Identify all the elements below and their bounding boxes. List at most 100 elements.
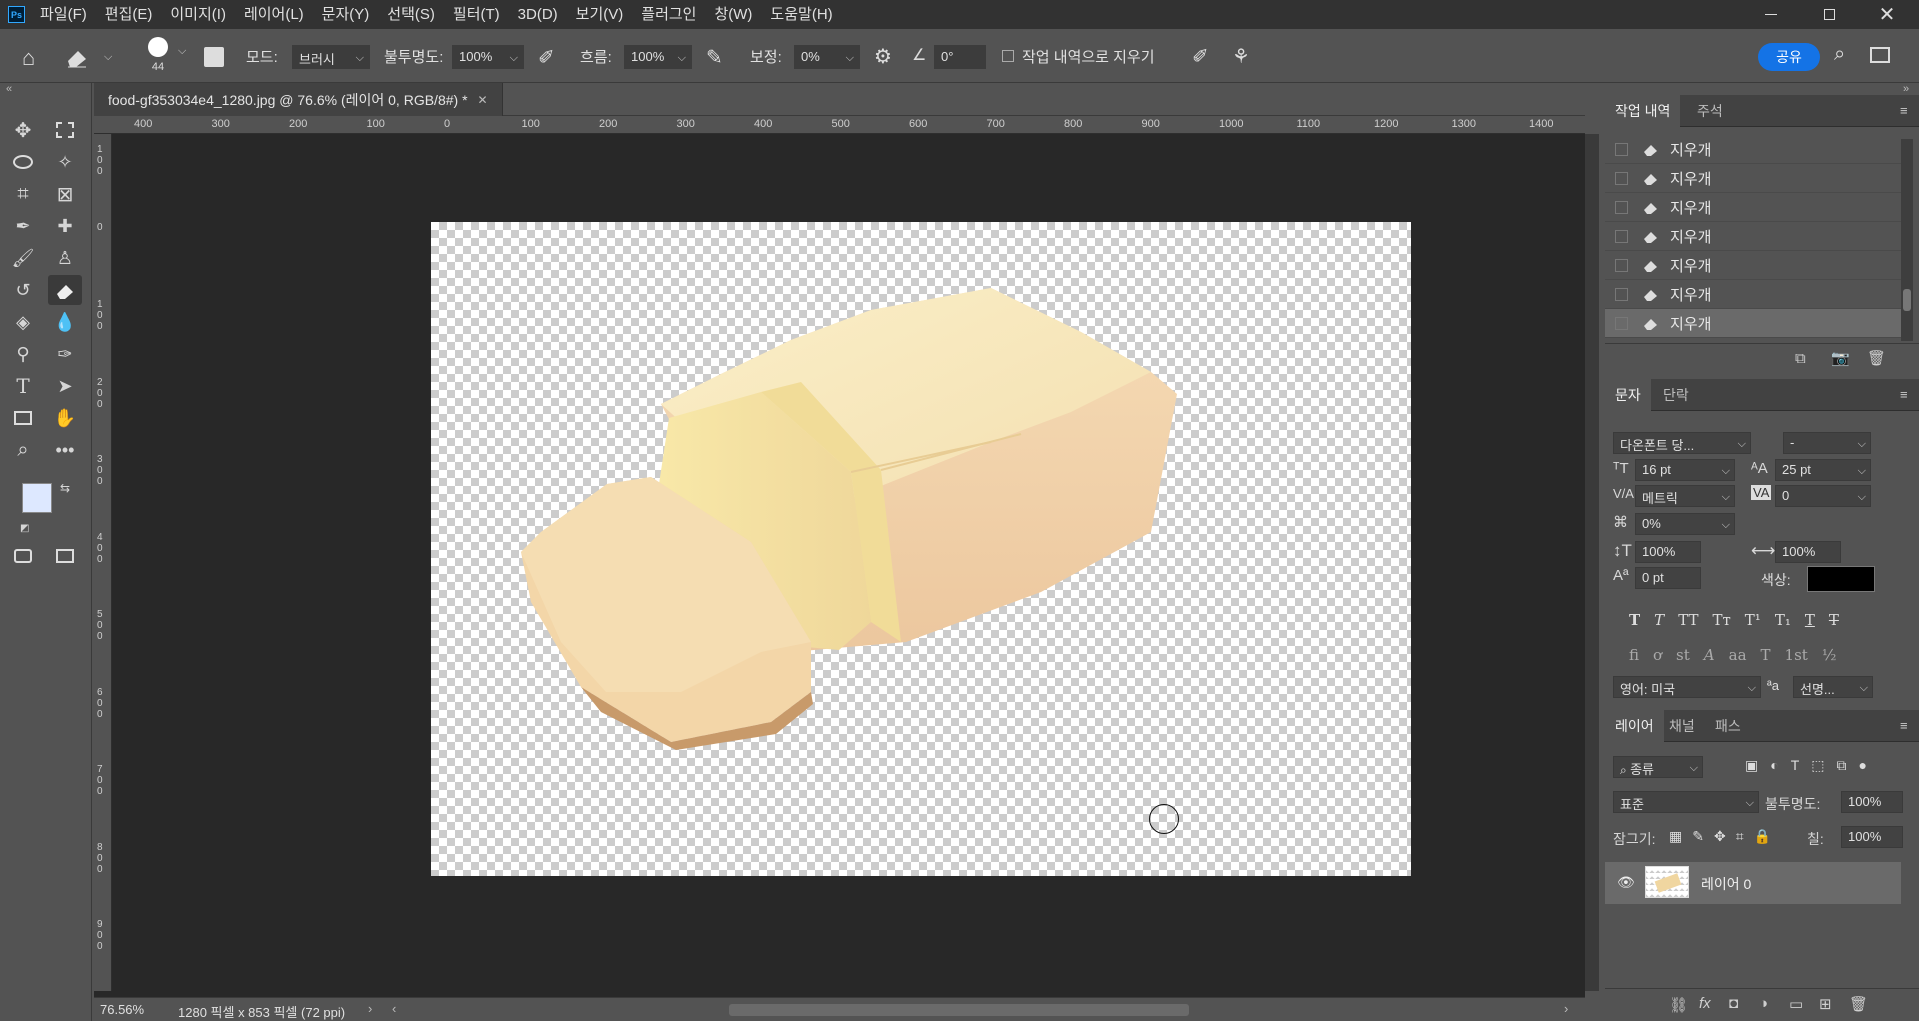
gear-icon[interactable]: ⚙	[874, 44, 892, 69]
lasso-tool[interactable]	[6, 147, 40, 177]
new-group-icon[interactable]: ▭	[1789, 995, 1803, 1013]
strikethrough-icon[interactable]: T	[1829, 611, 1839, 629]
screen-mode-button[interactable]	[48, 541, 82, 571]
type-layer-filter-icon[interactable]: T	[1791, 757, 1800, 774]
new-layer-icon[interactable]: ⊞	[1819, 995, 1832, 1013]
visibility-eye-icon[interactable]: 👁	[1617, 874, 1635, 891]
opacity-input[interactable]: 100% ⌵	[452, 45, 524, 69]
pressure-opacity-icon[interactable]: ✐	[538, 45, 555, 70]
flow-input[interactable]: 100% ⌵	[624, 45, 692, 69]
history-brush-tool[interactable]: ↺	[6, 275, 40, 305]
add-mask-icon[interactable]: ◘	[1729, 995, 1738, 1012]
kerning-select[interactable]: 메트릭 ⌵	[1635, 485, 1735, 507]
history-checkbox[interactable]	[1615, 200, 1628, 214]
symmetry-icon[interactable]: ⚘	[1232, 44, 1250, 69]
old-style-icon[interactable]: ơ	[1653, 646, 1662, 664]
adjustment-layer-icon[interactable]: ◑	[1759, 995, 1768, 1012]
tab-paths[interactable]: 패스	[1705, 710, 1751, 742]
discretionary-ligatures-icon[interactable]: st	[1676, 646, 1690, 664]
mode-select[interactable]: 브러시 ⌵	[292, 45, 370, 69]
dodge-tool[interactable]: ⚲	[6, 339, 40, 369]
marquee-tool[interactable]	[48, 115, 82, 145]
horizontal-scale-input[interactable]: 100%	[1775, 541, 1841, 563]
history-checkbox[interactable]	[1615, 258, 1628, 272]
eraser-tool[interactable]	[48, 275, 82, 305]
expand-icon[interactable]: »	[1903, 83, 1909, 95]
lock-image-icon[interactable]: ✎	[1692, 828, 1704, 845]
small-caps-icon[interactable]: Tт	[1712, 611, 1730, 629]
workspace-icon[interactable]	[1870, 47, 1890, 63]
foreground-color-swatch[interactable]	[22, 483, 52, 513]
history-checkbox[interactable]	[1615, 142, 1628, 156]
quick-mask-button[interactable]	[6, 541, 40, 571]
scroll-right-icon[interactable]: ›	[1564, 1001, 1568, 1016]
tracking-input[interactable]: 0 ⌵	[1775, 485, 1871, 507]
scroll-left-icon[interactable]: ‹	[392, 1001, 396, 1016]
brush-tool[interactable]: 🖌	[6, 243, 40, 273]
tab-channels[interactable]: 채널	[1659, 710, 1705, 742]
more-tools[interactable]: •••	[48, 435, 82, 465]
history-item[interactable]: 지우개	[1605, 164, 1901, 193]
crop-tool[interactable]: ⌗	[6, 179, 40, 209]
language-select[interactable]: 영어: 미국 ⌵	[1613, 676, 1761, 698]
history-item[interactable]: 지우개	[1605, 280, 1901, 309]
text-color-swatch[interactable]	[1807, 566, 1875, 592]
menu-item[interactable]: 편집(E)	[96, 0, 162, 29]
hand-tool[interactable]: ✋	[48, 403, 82, 433]
vertical-scrollbar[interactable]	[1585, 134, 1599, 991]
history-item[interactable]: 지우개	[1605, 251, 1901, 280]
faux-bold-icon[interactable]: T	[1629, 611, 1640, 629]
pressure-size-icon[interactable]: ✐	[1192, 44, 1209, 69]
antialias-select[interactable]: 선명... ⌵	[1793, 676, 1873, 698]
share-button[interactable]: 공유	[1758, 43, 1820, 71]
horizontal-scrollbar-thumb[interactable]	[729, 1004, 1189, 1016]
ordinals-icon[interactable]: 1st	[1785, 646, 1808, 664]
fill-input[interactable]: 100%	[1841, 826, 1903, 848]
layer-opacity-input[interactable]: 100%	[1841, 791, 1903, 813]
font-size-input[interactable]: 16 pt ⌵	[1635, 459, 1735, 481]
shape-layer-filter-icon[interactable]: ⬚	[1811, 757, 1824, 774]
tab-notes[interactable]: 주석	[1687, 95, 1733, 127]
new-document-from-state-icon[interactable]: ⧉	[1795, 350, 1806, 367]
link-layers-icon[interactable]: ⛓	[1669, 996, 1688, 1014]
blend-mode-select[interactable]: 표준 ⌵	[1613, 791, 1759, 813]
history-checkbox[interactable]	[1615, 316, 1628, 330]
history-checkbox[interactable]	[1615, 229, 1628, 243]
type-tool[interactable]: T	[6, 371, 40, 401]
smoothing-input[interactable]: 0% ⌵	[794, 45, 860, 69]
zoom-level[interactable]: 76.56%	[100, 1002, 144, 1017]
document-tab[interactable]: food-gf353034e4_1280.jpg @ 76.6% (레이어 0,…	[94, 83, 503, 116]
pen-tool[interactable]: ✑	[48, 339, 82, 369]
zoom-tool[interactable]: ⌕	[6, 435, 40, 465]
tab-history[interactable]: 작업 내역	[1605, 95, 1681, 127]
angle-input[interactable]: 0°	[934, 45, 986, 69]
rectangle-tool[interactable]	[6, 403, 40, 433]
history-item[interactable]: 지우개	[1605, 309, 1901, 338]
frame-tool[interactable]: ⊠	[48, 179, 82, 209]
default-colors-icon[interactable]: ◩	[20, 523, 29, 534]
font-style-select[interactable]: - ⌵	[1783, 432, 1871, 454]
history-checkbox[interactable]	[1615, 171, 1628, 185]
lock-position-icon[interactable]: ✥	[1714, 828, 1726, 845]
history-item[interactable]: 지우개	[1605, 193, 1901, 222]
tsume-input[interactable]: 0% ⌵	[1635, 513, 1735, 535]
healing-brush-tool[interactable]: ✚	[48, 211, 82, 241]
smart-object-filter-icon[interactable]: ⧉	[1837, 757, 1847, 774]
document-info[interactable]: 1280 픽셀 x 853 픽셀 (72 ppi)	[178, 1002, 345, 1021]
font-family-select[interactable]: 다온폰트 당... ⌵	[1613, 432, 1751, 454]
adjustment-layer-filter-icon[interactable]: ◐	[1770, 757, 1778, 774]
brush-settings-icon[interactable]	[204, 47, 224, 67]
menu-item[interactable]: 이미지(I)	[161, 0, 235, 29]
menu-item[interactable]: 선택(S)	[378, 0, 444, 29]
menu-item[interactable]: 창(W)	[705, 0, 761, 29]
vertical-scale-input[interactable]: 100%	[1635, 541, 1701, 563]
clone-stamp-tool[interactable]: ♙	[48, 243, 82, 273]
snapshot-icon[interactable]: 📷	[1831, 349, 1850, 367]
superscript-icon[interactable]: T¹	[1745, 611, 1761, 629]
tool-preset-picker[interactable]: ⌵	[62, 43, 112, 71]
titling-alternates-icon[interactable]: T	[1761, 646, 1771, 664]
tab-paragraph[interactable]: 단락	[1653, 379, 1699, 411]
pixel-layer-filter-icon[interactable]: ▣	[1745, 757, 1758, 774]
close-tab-icon[interactable]: ✕	[478, 93, 488, 107]
airbrush-icon[interactable]: ✎	[706, 45, 723, 70]
